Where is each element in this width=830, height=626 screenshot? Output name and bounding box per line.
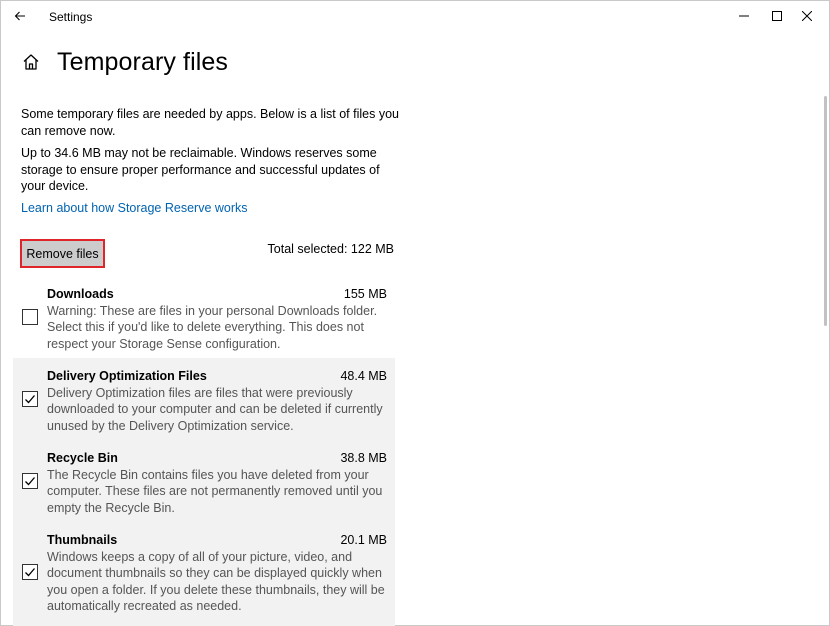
storage-reserve-text: Up to 34.6 MB may not be reclaimable. Wi… <box>21 146 380 193</box>
close-button[interactable] <box>788 1 826 31</box>
app-title: Settings <box>49 10 93 24</box>
item-size: 38.8 MB <box>340 451 387 465</box>
scrollbar[interactable] <box>824 96 827 326</box>
item-description: Windows keeps a copy of all of your pict… <box>47 550 385 614</box>
downloads-checkbox[interactable] <box>22 309 38 325</box>
delivery-optimization-checkbox[interactable] <box>22 391 38 407</box>
item-description: Warning: These are files in your persona… <box>47 304 378 351</box>
thumbnails-checkbox[interactable] <box>22 564 38 580</box>
list-item-delivery-optimization[interactable]: Delivery Optimization Files 48.4 MB Deli… <box>13 358 395 440</box>
checkmark-icon <box>25 568 35 577</box>
storage-reserve-link[interactable]: Learn about how Storage Reserve works <box>21 201 248 215</box>
home-icon <box>23 54 39 70</box>
home-button[interactable] <box>20 51 42 73</box>
item-size: 48.4 MB <box>340 369 387 383</box>
item-size: 155 MB <box>343 287 387 301</box>
item-name: Thumbnails <box>47 533 118 547</box>
back-arrow-icon <box>14 11 25 21</box>
list-item-downloads[interactable]: Downloads 155 MB Warning: These are file… <box>13 287 395 353</box>
close-icon <box>802 11 812 21</box>
checkmark-icon <box>25 395 35 404</box>
item-name: Recycle Bin <box>47 451 118 465</box>
page-title: Temporary files <box>57 47 228 76</box>
item-name: Downloads <box>47 287 114 301</box>
remove-files-button[interactable]: Remove files <box>20 239 105 268</box>
item-description: The Recycle Bin contains files you have … <box>47 468 383 515</box>
page-header: Temporary files <box>20 44 228 80</box>
item-size: 20.1 MB <box>340 533 387 547</box>
list-item-recycle-bin[interactable]: Recycle Bin 38.8 MB The Recycle Bin cont… <box>13 440 395 522</box>
recycle-bin-checkbox[interactable] <box>22 473 38 489</box>
intro-text: Some temporary files are needed by apps.… <box>21 107 399 138</box>
item-description: Delivery Optimization files are files th… <box>47 386 383 433</box>
minimize-icon <box>739 15 749 17</box>
maximize-icon <box>772 11 782 21</box>
checkmark-icon <box>25 477 35 486</box>
list-item-thumbnails[interactable]: Thumbnails 20.1 MB Windows keeps a copy … <box>13 522 395 626</box>
item-name: Delivery Optimization Files <box>47 369 207 383</box>
title-bar: Settings <box>1 1 829 31</box>
back-button[interactable] <box>1 1 39 31</box>
total-selected: Total selected: 122 MB <box>267 242 394 256</box>
